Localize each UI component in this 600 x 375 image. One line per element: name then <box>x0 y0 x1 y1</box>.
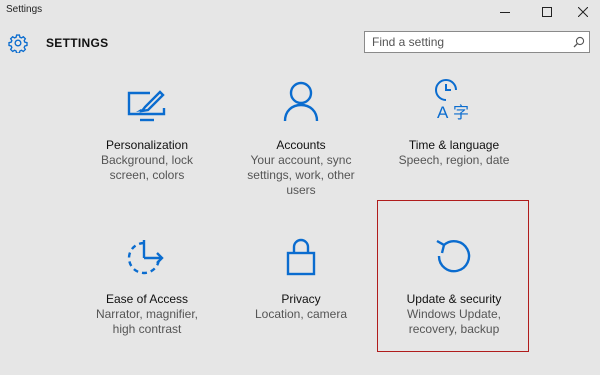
tile-title: Ease of Access <box>105 292 189 306</box>
personalization-icon <box>127 90 166 122</box>
search-input[interactable] <box>365 32 572 52</box>
settings-header: SETTINGS <box>0 26 600 62</box>
title-bar: Settings <box>0 0 600 24</box>
tile-accounts[interactable]: Accounts Your account, sync settings, wo… <box>226 70 376 198</box>
tile-description: Your account, sync settings, work, other… <box>247 153 355 197</box>
page-title: SETTINGS <box>46 36 109 50</box>
tile-time-language[interactable]: A 字 Time & language Speech, region, date <box>379 70 529 168</box>
person-icon <box>283 81 319 122</box>
lock-icon <box>286 238 316 276</box>
tile-ease-of-access[interactable]: Ease of Access Narrator, magnifier, high… <box>72 224 222 337</box>
window-title: Settings <box>6 4 43 15</box>
tile-description: Narrator, magnifier, high contrast <box>95 307 199 336</box>
ease-of-access-icon <box>127 240 164 275</box>
time-language-icon: A 字 <box>435 79 469 122</box>
gear-icon <box>8 34 28 53</box>
highlight-box <box>377 200 529 352</box>
maximize-icon <box>542 7 552 17</box>
close-button[interactable] <box>568 0 598 24</box>
tile-title: Time & language <box>408 138 500 152</box>
svg-text:字: 字 <box>453 103 469 122</box>
tile-title: Personalization <box>105 138 189 152</box>
svg-text:A: A <box>437 103 449 122</box>
tile-title: Privacy <box>281 292 321 306</box>
search-box[interactable] <box>364 31 590 53</box>
tile-privacy[interactable]: Privacy Location, camera <box>226 224 376 322</box>
close-icon <box>578 7 588 17</box>
tile-description: Background, lock screen, colors <box>100 153 194 182</box>
tile-personalization[interactable]: Personalization Background, lock screen,… <box>72 70 222 183</box>
minimize-icon <box>500 12 510 13</box>
tile-title: Accounts <box>276 138 326 152</box>
tile-description: Location, camera <box>254 307 348 321</box>
tile-description: Speech, region, date <box>398 153 510 167</box>
minimize-button[interactable] <box>490 0 520 24</box>
search-icon[interactable] <box>573 36 585 48</box>
maximize-button[interactable] <box>532 0 562 24</box>
